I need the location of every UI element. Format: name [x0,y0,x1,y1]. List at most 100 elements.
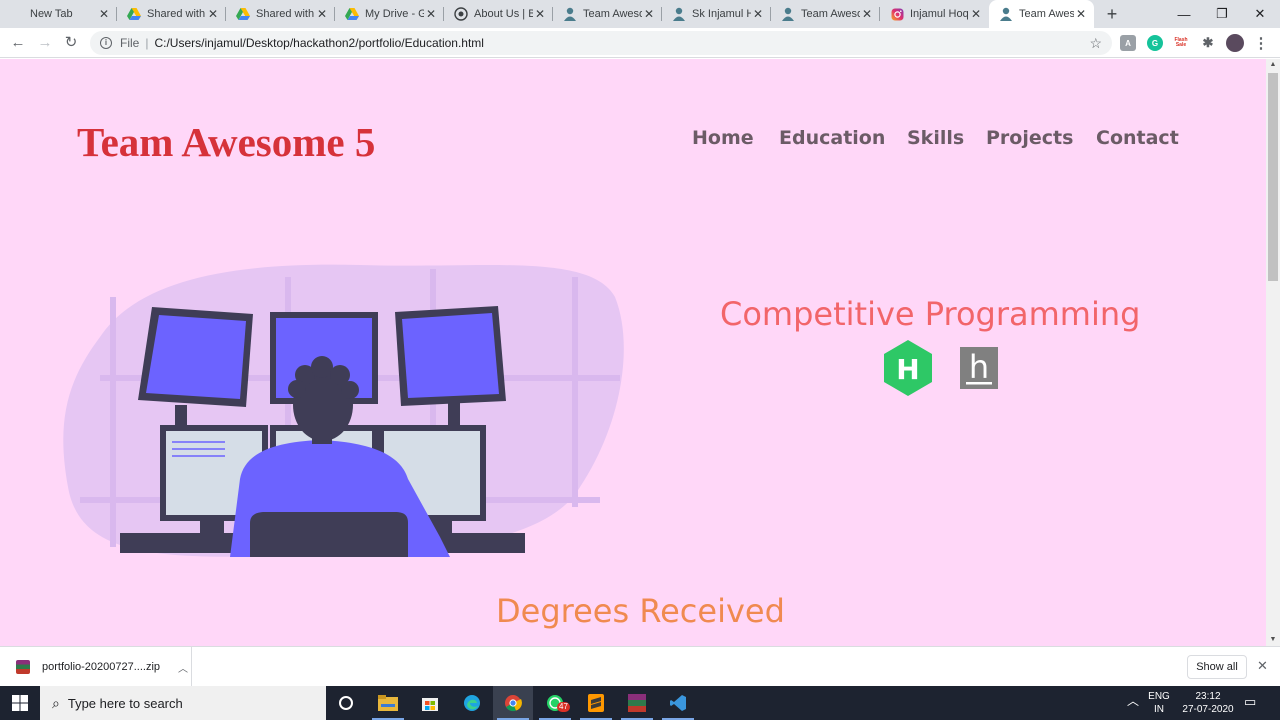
hackerearth-icon[interactable]: h [960,347,1000,391]
language-code: ENG [1148,691,1170,702]
notification-icon[interactable]: ▭ [1244,695,1256,708]
profile-avatar[interactable] [1226,34,1244,52]
nav-skills[interactable]: Skills [907,127,964,149]
bookmark-star-icon[interactable]: ☆ [1089,35,1102,52]
scrollbar-thumb[interactable] [1268,73,1278,281]
back-arrow-icon[interactable]: ← [8,33,28,53]
tab[interactable]: Team Aweso ✕ [771,0,880,28]
tab[interactable]: Sk Injamul H ✕ [662,0,771,28]
whatsapp-icon[interactable]: 47 [535,686,575,720]
url-scheme: File [120,36,140,50]
show-all-button[interactable]: Show all [1187,655,1247,679]
file-explorer-icon[interactable] [368,686,408,720]
search-placeholder: Type here to search [67,695,183,711]
person-icon [781,7,795,21]
tab[interactable]: Shared with ✕ [117,0,226,28]
tab-title: Sk Injamul H [692,8,751,20]
taskbar-search-box[interactable]: ⌕ Type here to search [40,686,326,720]
tab-close-icon[interactable]: ✕ [206,7,220,21]
tab[interactable]: New Tab ✕ [0,0,117,28]
maximize-button[interactable]: ❐ [1204,0,1240,28]
tab[interactable]: Injamul Hoq ✕ [880,0,989,28]
winrar-icon[interactable] [617,686,657,720]
whatsapp-badge: 47 [557,702,570,712]
forward-arrow-icon[interactable]: → [35,33,55,53]
nav-education[interactable]: Education [779,127,885,149]
blank-page-icon [10,7,24,21]
clock-date: 27-07-2020 [1182,704,1234,715]
person-icon [672,7,686,21]
person-icon [999,7,1013,21]
nav-contact[interactable]: Contact [1096,127,1179,149]
hackerrank-icon-label: H [896,353,919,386]
extensions-puzzle-icon[interactable]: ✱ [1200,35,1216,51]
tab-close-icon[interactable]: ✕ [969,7,983,21]
pdf-extension-icon[interactable]: A [1120,35,1136,51]
clock-time: 23:12 [1195,691,1221,702]
grammarly-icon[interactable]: G [1147,35,1163,51]
chrome-icon[interactable] [493,686,533,720]
info-icon[interactable]: i [100,37,112,49]
nav-home[interactable]: Home [692,127,754,149]
url-text[interactable]: C:/Users/injamul/Desktop/hackathon2/port… [154,36,484,50]
address-bar[interactable]: i File | C:/Users/injamul/Desktop/hackat… [90,31,1112,55]
google-drive-icon [236,7,250,21]
tab-active[interactable]: Team Aweso ✕ [989,0,1094,28]
minimize-button[interactable]: — [1166,0,1202,28]
tab[interactable]: About Us | B ✕ [444,0,553,28]
tab-close-icon[interactable]: ✕ [533,7,547,21]
site-seal-icon [454,7,468,21]
tab-close-icon[interactable]: ✕ [97,7,111,21]
tab-title: My Drive - G [365,8,424,20]
region-code: IN [1154,704,1164,715]
tab-title: Injamul Hoq [910,8,969,20]
tab-close-icon[interactable]: ✕ [751,7,765,21]
tab[interactable]: My Drive - G ✕ [335,0,444,28]
vscode-icon[interactable] [658,686,698,720]
edge-icon[interactable] [452,686,492,720]
tab-close-icon[interactable]: ✕ [424,7,438,21]
tab-title: Shared with [147,8,206,20]
scroll-down-icon[interactable]: ▼ [1266,634,1280,646]
chevron-up-icon[interactable]: ︿ [178,660,188,675]
zip-archive-icon [16,660,30,674]
nav-projects[interactable]: Projects [986,127,1073,149]
flash-sale-icon[interactable]: Flash Sale [1173,35,1189,51]
download-file-name[interactable]: portfolio-20200727....zip [42,661,160,673]
search-icon: ⌕ [52,694,60,711]
scroll-up-icon[interactable]: ▲ [1266,59,1280,71]
download-shelf: portfolio-20200727....zip ︿ Show all ✕ [0,646,1280,687]
tab-close-icon[interactable]: ✕ [315,7,329,21]
tab[interactable]: Team Aweso ✕ [553,0,662,28]
tab-close-icon[interactable]: ✕ [642,7,656,21]
download-item[interactable]: portfolio-20200727....zip ︿ [10,647,192,687]
tab-close-icon[interactable]: ✕ [1074,7,1088,21]
store-icon[interactable] [410,686,450,720]
tab-title: New Tab [30,8,73,20]
cortana-icon[interactable] [326,686,366,720]
page-scrollbar[interactable]: ▲ ▼ [1266,59,1280,646]
tab[interactable]: Shared with ✕ [226,0,335,28]
instagram-icon [890,7,904,21]
menu-kebab-icon[interactable]: ⋮ [1253,35,1269,52]
sublime-text-icon[interactable] [576,686,616,720]
hackerearth-icon-label: h [969,348,989,386]
browser-tab-strip: New Tab ✕ Shared with ✕ Shared with ✕ My… [0,0,1280,28]
close-window-button[interactable]: ✕ [1242,0,1278,28]
browser-toolbar: ← → ↻ i File | C:/Users/injamul/Desktop/… [0,28,1280,58]
clock[interactable]: 23:12 27-07-2020 [1178,690,1238,716]
programmer-illustration [63,264,624,557]
windows-start-icon[interactable] [0,686,40,720]
input-language[interactable]: ENG IN [1144,690,1174,716]
tab-title: Team Aweso [801,8,860,20]
reload-icon[interactable]: ↻ [61,33,81,53]
degrees-received-heading: Degrees Received [496,592,785,630]
new-tab-button[interactable]: + [1102,4,1122,24]
hackerrank-icon[interactable]: H [882,340,934,396]
google-drive-icon [127,7,141,21]
chevron-up-icon[interactable]: ︿ [1127,695,1139,708]
tab-close-icon[interactable]: ✕ [860,7,874,21]
site-logo[interactable]: Team Awesome 5 [77,118,375,166]
tab-title: Team Aweso [583,8,642,20]
close-download-bar-icon[interactable]: ✕ [1257,658,1268,674]
